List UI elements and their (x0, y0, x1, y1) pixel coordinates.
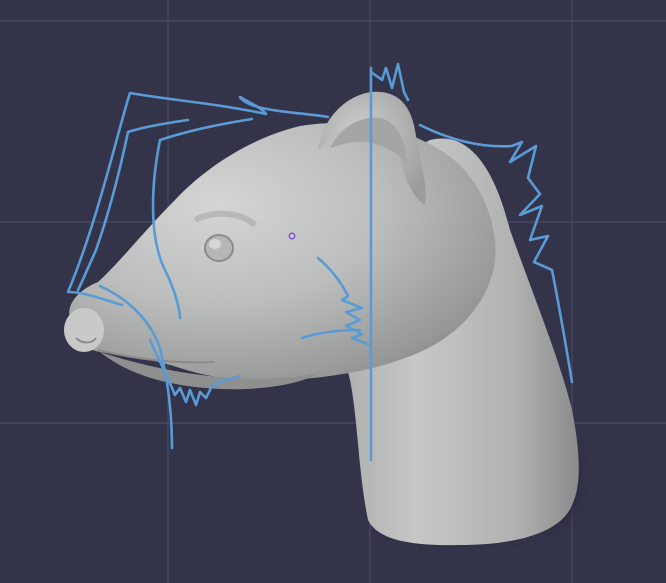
viewport-canvas[interactable] (0, 0, 666, 583)
model-eye (204, 234, 234, 262)
3d-viewport[interactable] (0, 0, 666, 583)
model-eye-highlight (209, 239, 221, 249)
model-head (69, 122, 496, 381)
model-nose (64, 308, 104, 352)
ferret-head-model[interactable] (64, 91, 580, 546)
